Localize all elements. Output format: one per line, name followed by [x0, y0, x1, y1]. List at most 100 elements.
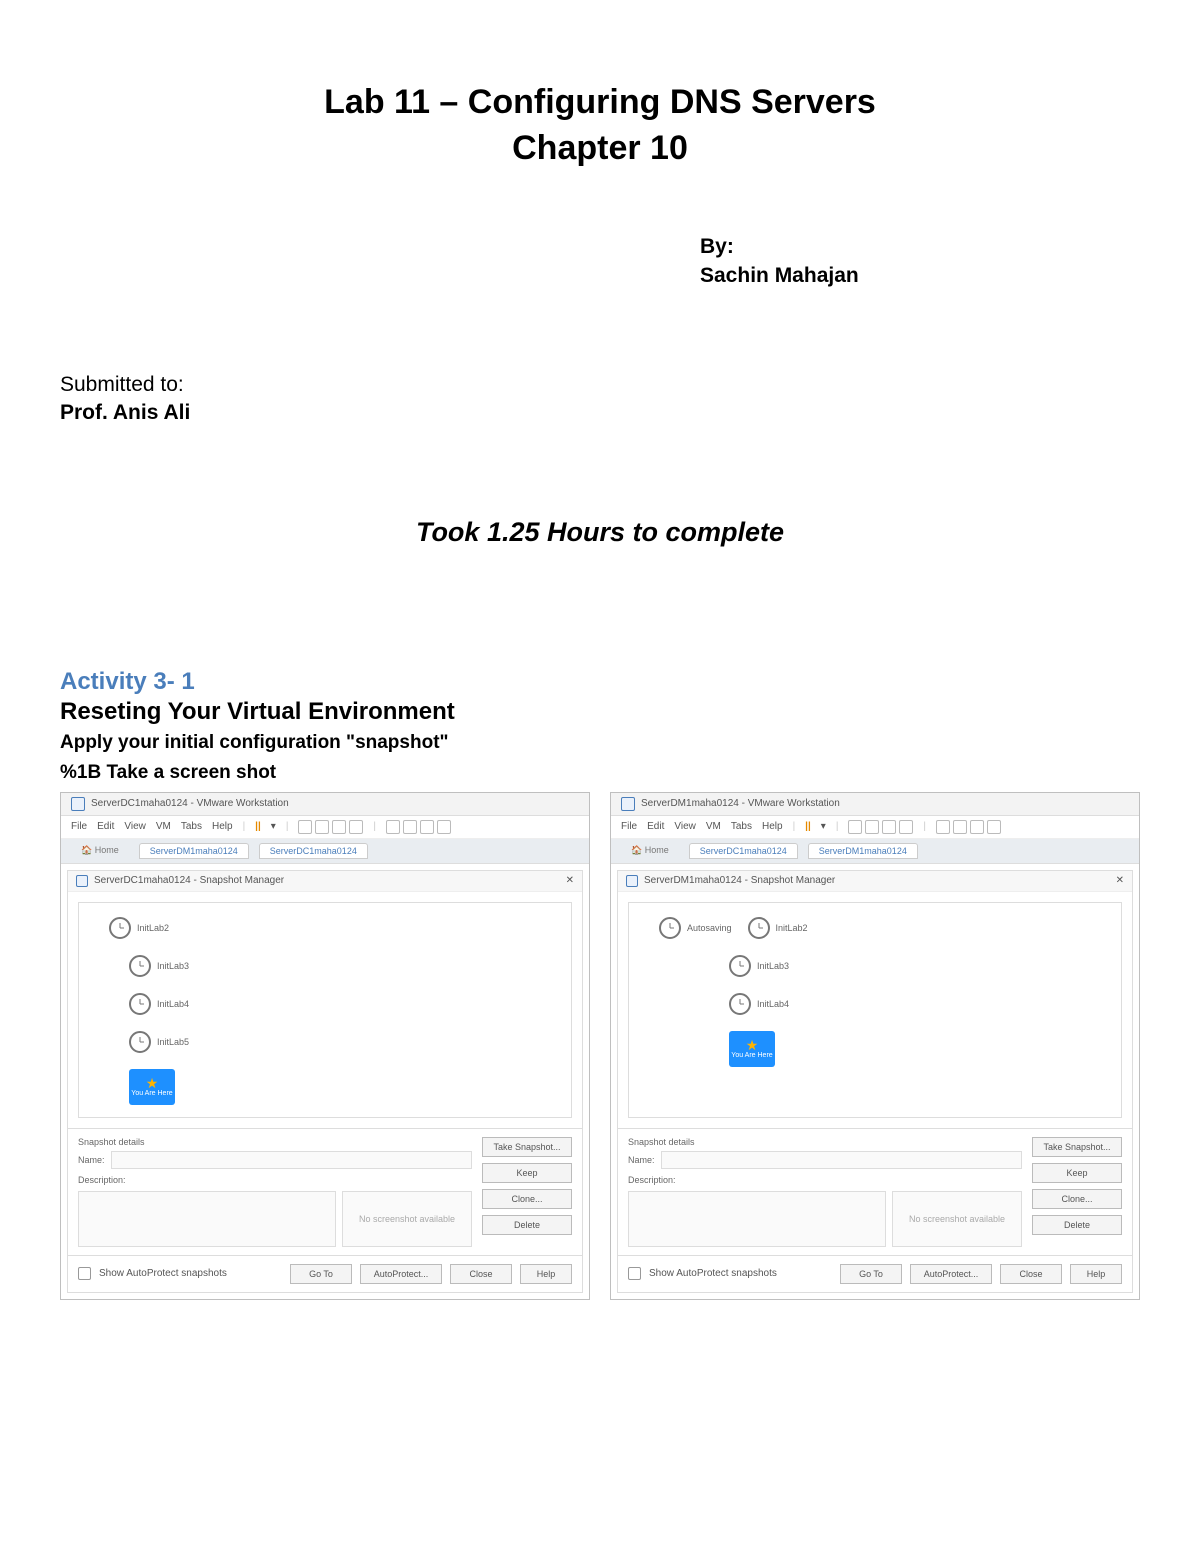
snapshot-row: Autosaving InitLab2	[659, 917, 1111, 955]
close-icon[interactable]: ✕	[566, 875, 574, 886]
app-icon	[71, 797, 85, 811]
checkbox[interactable]	[628, 1267, 641, 1280]
tool-icon[interactable]	[899, 820, 913, 834]
tool-icon[interactable]	[987, 820, 1001, 834]
snapshot-node[interactable]: InitLab2	[748, 917, 808, 939]
show-autoprotect-label: Show AutoProtect snapshots	[649, 1268, 777, 1279]
you-are-here-marker[interactable]: ★You Are Here	[729, 1031, 775, 1067]
tool-icon[interactable]	[403, 820, 417, 834]
submitted-to-block: Submitted to: Prof. Anis Ali	[60, 371, 1140, 428]
menu-vm[interactable]: VM	[706, 821, 721, 832]
you-are-here-marker[interactable]: ★You Are Here	[129, 1069, 175, 1105]
dialog-titlebar: ServerDM1maha0124 - Snapshot Manager ✕	[618, 871, 1132, 892]
clock-icon	[659, 917, 681, 939]
goto-button[interactable]: Go To	[840, 1264, 902, 1284]
close-icon[interactable]: ✕	[1116, 875, 1124, 886]
tab-vm[interactable]: ServerDM1maha0124	[139, 843, 249, 859]
tab-home[interactable]: 🏠 Home	[621, 843, 679, 859]
tab-vm[interactable]: ServerDC1maha0124	[259, 843, 368, 859]
snapshot-node[interactable]: Autosaving	[659, 917, 732, 939]
screenshots-row: ServerDC1maha0124 - VMware Workstation F…	[60, 792, 1140, 1300]
window-title: ServerDC1maha0124 - VMware Workstation	[91, 798, 289, 809]
clone-button[interactable]: Clone...	[482, 1189, 572, 1209]
pause-icon[interactable]: ||	[255, 821, 261, 832]
by-label: By:	[700, 232, 1140, 261]
dropdown-icon[interactable]: ▾	[271, 821, 276, 832]
close-button[interactable]: Close	[450, 1264, 512, 1284]
delete-button[interactable]: Delete	[1032, 1215, 1122, 1235]
activity-section: Activity 3- 1 Reseting Your Virtual Envi…	[60, 668, 1140, 785]
button-column: Take Snapshot... Keep Clone... Delete	[1032, 1137, 1122, 1247]
close-button[interactable]: Close	[1000, 1264, 1062, 1284]
separator: |	[923, 821, 926, 832]
menu-edit[interactable]: Edit	[647, 821, 664, 832]
name-input[interactable]	[111, 1151, 472, 1169]
tool-icon[interactable]	[332, 820, 346, 834]
tool-icon[interactable]	[953, 820, 967, 834]
tool-icon[interactable]	[437, 820, 451, 834]
tool-icon[interactable]	[970, 820, 984, 834]
menu-tabs[interactable]: Tabs	[181, 821, 202, 832]
tool-icon[interactable]	[298, 820, 312, 834]
menu-help[interactable]: Help	[212, 821, 233, 832]
menu-tabs[interactable]: Tabs	[731, 821, 752, 832]
dialog-title: ServerDC1maha0124 - Snapshot Manager	[94, 875, 284, 886]
menu-edit[interactable]: Edit	[97, 821, 114, 832]
tool-icon[interactable]	[848, 820, 862, 834]
description-input[interactable]	[628, 1191, 886, 1247]
take-snapshot-button[interactable]: Take Snapshot...	[482, 1137, 572, 1157]
menu-view[interactable]: View	[674, 821, 696, 832]
snapshot-tree[interactable]: InitLab2 InitLab3 InitLab4 InitLab5 ★You…	[78, 902, 572, 1118]
delete-button[interactable]: Delete	[482, 1215, 572, 1235]
goto-button[interactable]: Go To	[290, 1264, 352, 1284]
menu-bar: File Edit View VM Tabs Help | || ▾ | |	[611, 816, 1139, 839]
menu-file[interactable]: File	[621, 821, 637, 832]
activity-title: Reseting Your Virtual Environment	[60, 698, 1140, 726]
menu-vm[interactable]: VM	[156, 821, 171, 832]
tool-icon[interactable]	[865, 820, 879, 834]
name-input[interactable]	[661, 1151, 1022, 1169]
snapshot-node[interactable]: InitLab3	[129, 955, 561, 977]
activity-instruction-1: Apply your initial configuration "snapsh…	[60, 730, 1140, 756]
menu-view[interactable]: View	[124, 821, 146, 832]
autoprotect-button[interactable]: AutoProtect...	[360, 1264, 442, 1284]
menu-file[interactable]: File	[71, 821, 87, 832]
dropdown-icon[interactable]: ▾	[821, 821, 826, 832]
app-icon	[621, 797, 635, 811]
tab-home[interactable]: 🏠 Home	[71, 843, 129, 859]
author-name: Sachin Mahajan	[700, 261, 1140, 290]
snapshot-manager-dialog: ServerDC1maha0124 - Snapshot Manager ✕ I…	[67, 870, 583, 1293]
keep-button[interactable]: Keep	[482, 1163, 572, 1183]
title-line-1: Lab 11 – Configuring DNS Servers	[60, 80, 1140, 126]
clone-button[interactable]: Clone...	[1032, 1189, 1122, 1209]
tool-icon[interactable]	[315, 820, 329, 834]
tab-vm[interactable]: ServerDC1maha0124	[689, 843, 798, 859]
tab-vm[interactable]: ServerDM1maha0124	[808, 843, 918, 859]
keep-button[interactable]: Keep	[1032, 1163, 1122, 1183]
snapshot-node[interactable]: InitLab5	[129, 1031, 561, 1053]
pause-icon[interactable]: ||	[805, 821, 811, 832]
submitted-name: Prof. Anis Ali	[60, 399, 1140, 427]
tool-icon[interactable]	[882, 820, 896, 834]
snapshot-node[interactable]: InitLab3	[729, 955, 1111, 977]
button-column: Take Snapshot... Keep Clone... Delete	[482, 1137, 572, 1247]
take-snapshot-button[interactable]: Take Snapshot...	[1032, 1137, 1122, 1157]
description-input[interactable]	[78, 1191, 336, 1247]
tool-icon[interactable]	[420, 820, 434, 834]
checkbox[interactable]	[78, 1267, 91, 1280]
snapshot-node[interactable]: InitLab4	[129, 993, 561, 1015]
tool-icon[interactable]	[386, 820, 400, 834]
snapshot-tree[interactable]: Autosaving InitLab2 InitLab3 InitLab4 ★Y…	[628, 902, 1122, 1118]
toolbar-icons	[936, 820, 1001, 834]
help-button[interactable]: Help	[520, 1264, 572, 1284]
help-button[interactable]: Help	[1070, 1264, 1122, 1284]
snapshot-node[interactable]: InitLab4	[729, 993, 1111, 1015]
star-icon: ★	[746, 1038, 759, 1052]
dialog-footer: Show AutoProtect snapshots Go To AutoPro…	[618, 1255, 1132, 1292]
snapshot-node[interactable]: InitLab2	[109, 917, 561, 939]
menu-help[interactable]: Help	[762, 821, 783, 832]
tool-icon[interactable]	[936, 820, 950, 834]
tool-icon[interactable]	[349, 820, 363, 834]
autoprotect-button[interactable]: AutoProtect...	[910, 1264, 992, 1284]
activity-number: Activity 3- 1	[60, 668, 1140, 696]
